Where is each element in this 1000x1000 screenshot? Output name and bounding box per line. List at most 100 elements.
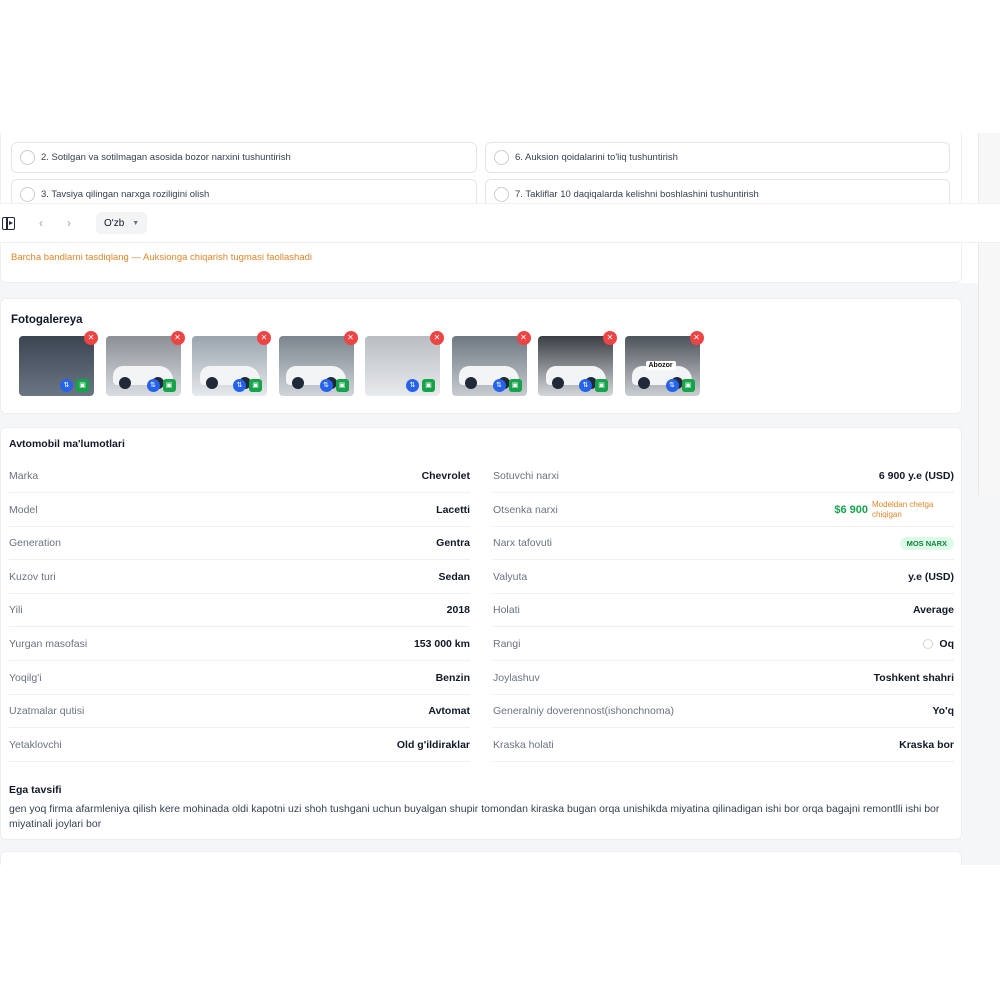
delete-photo-icon[interactable]: ✕ bbox=[84, 331, 98, 345]
info-value: Kraska bor bbox=[899, 738, 954, 751]
info-value: Gentra bbox=[436, 537, 470, 550]
info-value: y.e (USD) bbox=[908, 570, 954, 583]
swap-icon[interactable]: ⇅ bbox=[665, 379, 679, 392]
swap-icon[interactable]: ⇅ bbox=[319, 379, 333, 392]
price-match-badge: MOS NARX bbox=[899, 536, 954, 550]
info-label: Generation bbox=[9, 537, 61, 550]
info-row: Otsenka narxi $6 900 Modeldan chetga chiqi… bbox=[493, 494, 954, 527]
wheel-shape bbox=[119, 376, 131, 389]
info-row: Model Lacetti bbox=[9, 494, 470, 527]
info-label: Kuzov turi bbox=[9, 570, 56, 583]
info-value-wrap: Oq bbox=[923, 638, 954, 650]
info-value: Toshkent shahri bbox=[873, 671, 954, 684]
gallery-photo[interactable]: ⇅ ▣ bbox=[365, 336, 440, 396]
info-row: Kraska holati Kraska bor bbox=[493, 729, 954, 762]
checklist-item[interactable]: 2. Sotilgan va sotilmagan asosida bozor … bbox=[11, 142, 477, 173]
image-icon[interactable]: ▣ bbox=[508, 379, 522, 392]
info-value: 6 900 y.e (USD) bbox=[878, 470, 954, 482]
info-label: Yoqilg'i bbox=[9, 671, 42, 684]
info-label: Holati bbox=[493, 604, 520, 617]
info-row: Holati Average bbox=[493, 594, 954, 628]
radio-circle-icon[interactable] bbox=[20, 187, 35, 202]
radio-circle-icon[interactable] bbox=[494, 187, 509, 202]
swap-icon[interactable]: ⇅ bbox=[60, 379, 73, 392]
next-section-card bbox=[0, 851, 962, 865]
info-label: Valyuta bbox=[493, 570, 528, 583]
info-row: Yetaklovchi Old g'ildiraklar bbox=[9, 729, 470, 762]
info-value-wrap: MOS NARX bbox=[899, 536, 954, 550]
info-value-wrap: 153 000 km bbox=[414, 638, 470, 650]
info-value-wrap: Kraska bor bbox=[899, 739, 954, 751]
swap-icon[interactable]: ⇅ bbox=[146, 379, 160, 392]
sidebar-toggle-icon[interactable] bbox=[2, 217, 15, 230]
swap-icon[interactable]: ⇅ bbox=[492, 379, 506, 392]
info-value: Oq bbox=[939, 638, 954, 650]
chevron-right-icon[interactable]: › bbox=[62, 216, 76, 230]
delete-photo-icon[interactable]: ✕ bbox=[170, 331, 185, 345]
radio-circle-icon[interactable] bbox=[494, 150, 509, 165]
language-select[interactable]: O'zb ▼ bbox=[96, 212, 148, 234]
gallery-photo[interactable]: ⇅ ▣ bbox=[451, 336, 527, 396]
swap-icon[interactable]: ⇅ bbox=[406, 379, 419, 392]
gallery-photo[interactable]: Abozor ⇅ ▣ bbox=[624, 336, 700, 396]
image-icon[interactable]: ▣ bbox=[335, 379, 349, 392]
price-deviation-note: Modeldan chetga chiqigan bbox=[872, 499, 934, 519]
checklist-item-label: 3. Tavsiya qilingan narxga roziligini ol… bbox=[41, 189, 210, 200]
info-label: Narx tafovuti bbox=[493, 537, 552, 550]
app-frame: 2. Sotilgan va sotilmagan asosida bozor … bbox=[0, 133, 1000, 865]
plate-tag: Abozor bbox=[645, 361, 676, 371]
info-row: Marka Chevrolet bbox=[9, 460, 470, 493]
image-icon[interactable]: ▣ bbox=[422, 379, 435, 392]
language-label: O'zb bbox=[104, 217, 125, 229]
image-icon[interactable]: ▣ bbox=[162, 379, 176, 392]
gallery-title: Fotogalereya bbox=[11, 314, 83, 326]
info-value-wrap: Average bbox=[913, 604, 954, 616]
swap-icon[interactable]: ⇅ bbox=[579, 379, 592, 392]
gallery-photo[interactable]: ⇅ ▣ bbox=[19, 336, 94, 396]
info-value-wrap: Toshkent shahri bbox=[874, 672, 954, 684]
delete-photo-icon[interactable]: ✕ bbox=[689, 331, 704, 345]
info-row: Kuzov turi Sedan bbox=[9, 561, 470, 594]
chevron-left-icon[interactable]: ‹ bbox=[34, 216, 48, 230]
info-value: Benzin bbox=[435, 671, 470, 684]
info-value: Avtomat bbox=[428, 705, 470, 718]
swap-icon[interactable]: ⇅ bbox=[233, 379, 246, 392]
info-row: Generalniy doverennost(ishonchnoma) Yo'q bbox=[493, 695, 954, 729]
delete-photo-icon[interactable]: ✕ bbox=[343, 331, 358, 345]
info-value: Yo'q bbox=[932, 705, 954, 718]
info-value-wrap: Avtomat bbox=[428, 705, 470, 717]
gallery-photo[interactable]: ⇅ ▣ bbox=[192, 336, 267, 396]
right-rail bbox=[978, 133, 1000, 495]
radio-circle-icon[interactable] bbox=[20, 150, 35, 165]
info-row: Narx tafovuti MOS NARX bbox=[493, 527, 954, 561]
delete-photo-icon[interactable]: ✕ bbox=[516, 331, 531, 345]
delete-photo-icon[interactable]: ✕ bbox=[603, 331, 617, 345]
delete-photo-icon[interactable]: ✕ bbox=[257, 331, 271, 345]
info-label: Generalniy doverennost(ishonchnoma) bbox=[493, 705, 674, 718]
checklist-item-label: 7. Takliflar 10 daqiqalarda kelishni bos… bbox=[515, 189, 759, 200]
image-icon[interactable]: ▣ bbox=[249, 379, 262, 392]
info-value: Average bbox=[912, 604, 954, 617]
info-value-wrap: 6 900 y.e (USD) bbox=[879, 470, 954, 482]
info-label: Otsenka narxi bbox=[493, 503, 558, 516]
owner-description-title: Ega tavsifi bbox=[9, 784, 62, 796]
info-value-wrap: 2018 bbox=[447, 604, 470, 616]
gallery-photo[interactable]: ⇅ ▣ bbox=[278, 336, 354, 396]
info-value: Old g'ildiraklar bbox=[396, 738, 470, 751]
delete-photo-icon[interactable]: ✕ bbox=[430, 331, 444, 345]
info-value-wrap: Chevrolet bbox=[422, 470, 470, 482]
info-label: Joylashuv bbox=[493, 671, 540, 684]
checklist-item[interactable]: 6. Auksion qoidalarini to'liq tushuntiri… bbox=[485, 142, 950, 173]
info-row: Yurgan masofasi 153 000 km bbox=[9, 628, 470, 661]
wheel-shape bbox=[551, 376, 564, 389]
image-icon[interactable]: ▣ bbox=[595, 379, 608, 392]
info-row: Joylashuv Toshkent shahri bbox=[493, 662, 954, 695]
owner-description-text: gen yoq firma afarmleniya qilish kere mo… bbox=[9, 803, 940, 830]
gallery-photo[interactable]: ⇅ ▣ bbox=[105, 336, 181, 396]
info-row: Yili 2018 bbox=[9, 594, 470, 628]
info-value: Sedan bbox=[438, 570, 470, 583]
image-icon[interactable]: ▣ bbox=[76, 379, 89, 392]
image-icon[interactable]: ▣ bbox=[681, 379, 695, 392]
browser-toolbar: ‹ › O'zb ▼ bbox=[0, 203, 1000, 243]
gallery-photo[interactable]: ⇅ ▣ bbox=[538, 336, 613, 396]
